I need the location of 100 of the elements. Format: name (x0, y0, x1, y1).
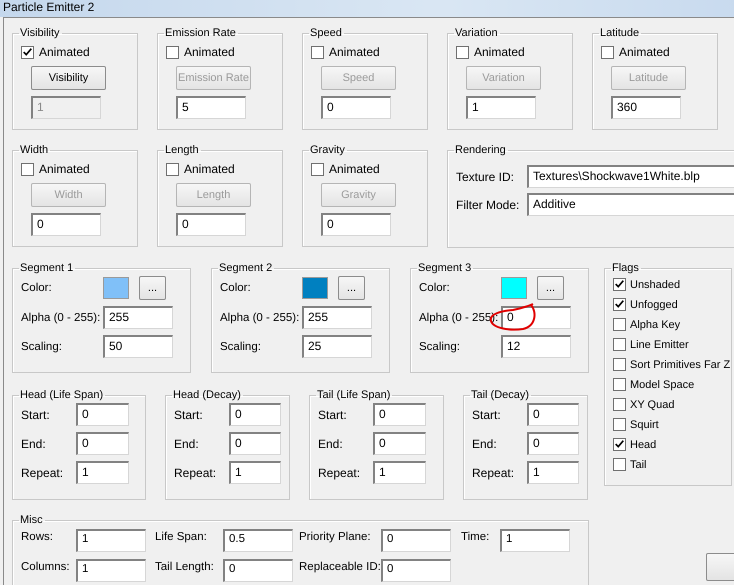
field-label: Color: (220, 282, 252, 294)
checkbox[interactable] (166, 46, 179, 58)
checkbox[interactable] (613, 298, 626, 311)
value-field[interactable]: 0.5 (223, 529, 293, 552)
checkbox-label: Head (630, 438, 656, 450)
window-title: Particle Emitter 2 (2, 0, 96, 13)
color-picker-button[interactable]: ... (139, 276, 166, 300)
field-label: Repeat: (21, 466, 64, 480)
checkbox-label: Line Emitter (630, 338, 689, 350)
checkbox-label: Animated (619, 45, 670, 59)
field-label: End: (21, 436, 47, 450)
value-field[interactable]: 1 (373, 461, 426, 484)
value-field[interactable]: 0 (373, 432, 426, 455)
value-field[interactable]: 0 (501, 306, 571, 329)
value-field[interactable]: 1 (76, 461, 129, 484)
value-field[interactable]: 255 (103, 306, 173, 329)
checkbox-label: Animated (184, 162, 235, 176)
field-label: Color: (419, 282, 451, 294)
color-picker-button[interactable]: ... (537, 276, 564, 300)
value-field[interactable]: 360 (611, 96, 681, 119)
checkbox[interactable] (311, 46, 324, 58)
field-label: Priority Plane: (298, 530, 372, 543)
checkbox[interactable] (166, 162, 179, 176)
field-label: Scaling: (21, 340, 63, 352)
checkbox-label: Animated (329, 162, 380, 176)
value-field[interactable]: 0 (321, 96, 391, 119)
color-swatch[interactable] (302, 277, 328, 299)
checkbox[interactable] (613, 318, 626, 331)
checkbox[interactable] (601, 46, 614, 58)
value-field[interactable]: 0 (527, 403, 579, 426)
field-label: Replaceable ID: (298, 560, 381, 573)
value-field[interactable]: 0 (381, 529, 451, 552)
checkbox-label: Tail (630, 458, 647, 470)
value-field[interactable]: 50 (103, 335, 173, 358)
value-field[interactable]: 255 (302, 306, 372, 329)
value-field[interactable]: 0 (31, 213, 101, 236)
checkbox[interactable] (613, 418, 626, 431)
field-label: Rows: (21, 530, 54, 543)
value-field[interactable]: 0 (527, 432, 579, 455)
group-title: Length (164, 144, 200, 156)
checkbox-label: Animated (184, 45, 235, 59)
checkbox[interactable] (613, 438, 626, 451)
group-title: Segment 2 (218, 262, 274, 274)
field-label: End: (318, 436, 344, 450)
group-title: Latitude (599, 27, 640, 39)
value-field[interactable]: 0 (229, 403, 281, 426)
checkbox[interactable] (613, 278, 626, 291)
field-label: Filter Mode: (456, 198, 520, 212)
value-field[interactable]: 0 (76, 403, 129, 426)
color-swatch[interactable] (103, 277, 129, 299)
checkbox[interactable] (613, 398, 626, 411)
field-label: End: (174, 436, 200, 450)
checkbox-label: Squirt (630, 418, 659, 430)
color-picker-button[interactable]: ... (338, 276, 365, 300)
value-field[interactable]: 5 (176, 96, 246, 119)
group-title: Visibility (19, 27, 61, 39)
value-field[interactable]: 1 (527, 461, 579, 484)
value-field[interactable]: 1 (229, 461, 281, 484)
checkbox-label: Animated (329, 45, 380, 59)
checkbox-label: Unshaded (630, 278, 680, 290)
value-field[interactable]: 12 (501, 335, 571, 358)
checkbox-label: Alpha Key (630, 318, 680, 330)
value-field[interactable]: 0 (321, 213, 391, 236)
checkbox[interactable] (21, 162, 34, 176)
checkbox[interactable] (21, 46, 34, 58)
value-field[interactable]: 1 (466, 96, 536, 119)
checkbox[interactable] (613, 458, 626, 471)
value-field[interactable]: 1 (76, 559, 146, 582)
checkbox[interactable] (311, 162, 324, 176)
text-field[interactable]: Textures\Shockwave1White.blp (527, 165, 734, 188)
checkbox[interactable] (613, 338, 626, 351)
color-swatch[interactable] (501, 277, 527, 299)
field-label: Time: (460, 530, 490, 543)
value-field[interactable]: 1 (500, 529, 570, 552)
value-field[interactable]: 1 (76, 529, 146, 552)
group-title: Emission Rate (164, 27, 237, 39)
value-field[interactable]: 0 (229, 432, 281, 455)
value-field[interactable]: 0 (373, 403, 426, 426)
value-field[interactable]: 0 (381, 559, 451, 582)
property-button[interactable]: Visibility (31, 66, 106, 90)
checkbox-label: Animated (39, 45, 90, 59)
checkbox[interactable] (456, 46, 469, 58)
group-title: Gravity (309, 144, 346, 156)
value-field[interactable]: 0 (176, 213, 246, 236)
field-label: Alpha (0 - 255): (220, 312, 300, 324)
value-field[interactable]: 25 (302, 335, 372, 358)
field-label: Scaling: (220, 340, 262, 352)
checkbox[interactable] (613, 378, 626, 391)
field-label: Life Span: (154, 530, 208, 543)
checkbox-label: Animated (474, 45, 525, 59)
field-label: Start: (318, 408, 348, 422)
group-title: Misc (19, 514, 44, 526)
value-field[interactable]: 0 (76, 432, 129, 455)
group-title: Tail (Life Span) (316, 389, 392, 401)
text-field[interactable]: Additive (527, 193, 734, 216)
value-field[interactable]: 0 (223, 559, 293, 582)
checkbox-label: Animated (39, 162, 90, 176)
checkbox[interactable] (613, 358, 626, 371)
checkbox-label: Model Space (630, 378, 694, 390)
group-title: Head (Life Span) (19, 389, 104, 401)
